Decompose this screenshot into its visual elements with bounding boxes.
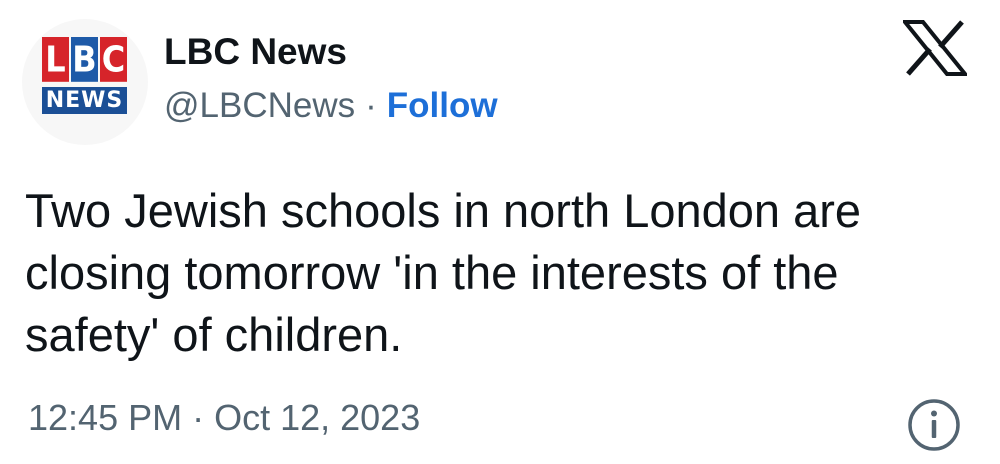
follow-button[interactable]: Follow	[387, 86, 498, 125]
account-handle[interactable]: @LBCNews	[164, 86, 355, 125]
tweet-timestamp[interactable]: 12:45 PM · Oct 12, 2023	[28, 396, 420, 440]
handle-separator: ·	[365, 86, 377, 125]
avatar-logo-lbc: L B C	[42, 37, 127, 82]
avatar-logo-letter: L	[42, 37, 69, 82]
avatar-logo-news: NEWS	[42, 87, 127, 114]
avatar[interactable]: L B C NEWS	[22, 19, 148, 145]
tweet-text: Two Jewish schools in north London are c…	[25, 184, 862, 361]
avatar-logo-letter: B	[71, 37, 98, 82]
x-logo-icon[interactable]	[903, 20, 967, 76]
info-icon[interactable]	[907, 398, 961, 452]
handle-row: @LBCNews · Follow	[164, 85, 498, 127]
display-name[interactable]: LBC News	[164, 30, 347, 74]
avatar-logo-letter: C	[100, 37, 127, 82]
tweet-card: L B C NEWS LBC News @LBCNews · Follow Two …	[0, 0, 1000, 464]
